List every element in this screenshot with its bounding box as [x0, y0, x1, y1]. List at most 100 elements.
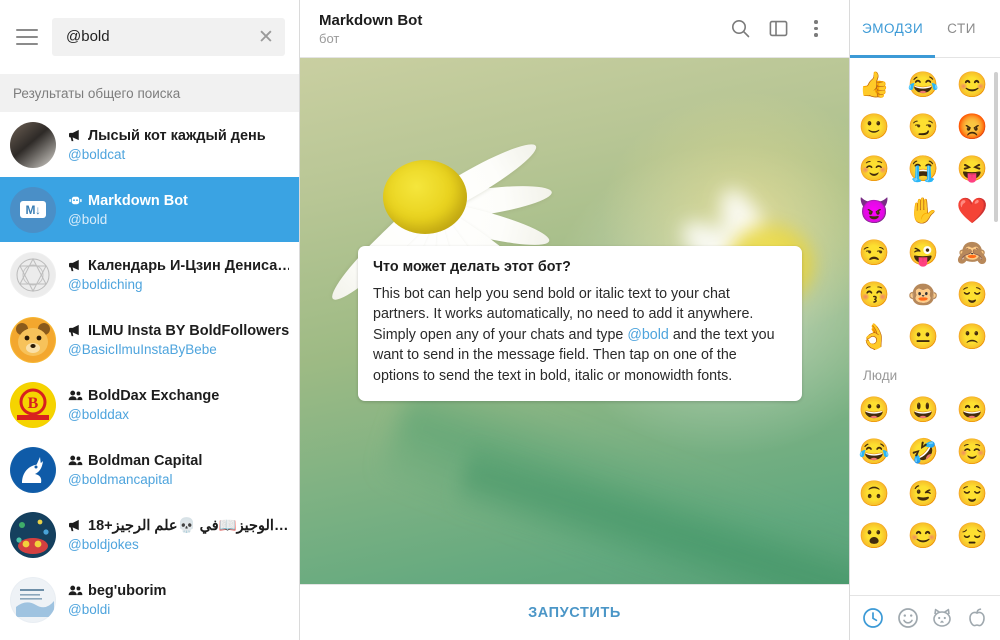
cat-icon[interactable]: [928, 604, 956, 632]
list-item-username: @boldcat: [68, 146, 126, 162]
list-item[interactable]: Boldman Capital @boldmancapital: [0, 437, 299, 502]
more-vertical-icon[interactable]: [799, 12, 833, 46]
list-item-label: ILMU Insta BY BoldFollowers_: [88, 322, 289, 339]
emoji-cell[interactable]: 😊: [899, 523, 948, 549]
bot-description-body: This bot can help you send bold or itali…: [373, 284, 786, 386]
emoji-section-label: Люди: [863, 368, 898, 383]
emoji-row: ☺️ 😭 😝: [850, 148, 1000, 190]
emoji-cell[interactable]: 😌: [948, 282, 997, 308]
list-item-username: @boldmancapital: [68, 471, 173, 487]
clear-search-icon[interactable]: ✕: [253, 24, 279, 50]
emoji-cell[interactable]: 😀: [850, 397, 899, 423]
search-icon[interactable]: [723, 12, 757, 46]
emoji-row: 😀 😃 😄: [850, 389, 1000, 431]
emoji-row: 😒 😜 🙈: [850, 232, 1000, 274]
emoji-cell[interactable]: 🙃: [850, 481, 899, 507]
list-item[interactable]: B BoldDax Exchange @bolddax: [0, 372, 299, 437]
emoji-cell[interactable]: ✋: [899, 198, 948, 224]
megaphone-icon: [68, 129, 83, 142]
list-item-label: beg'uborim: [88, 582, 167, 599]
emoji-cell[interactable]: 😏: [899, 114, 948, 140]
avatar: [10, 316, 56, 363]
emoji-cell[interactable]: 🙂: [850, 114, 899, 140]
emoji-row: 🙃 😉 😌: [850, 473, 1000, 515]
emoji-cell[interactable]: 😒: [850, 240, 899, 266]
emoji-cell[interactable]: 😜: [899, 240, 948, 266]
smiley-icon[interactable]: [894, 604, 922, 632]
start-bot-button[interactable]: ЗАПУСТИТЬ: [300, 584, 849, 640]
clock-icon[interactable]: [859, 604, 887, 632]
emoji-row: 👌 😐 🙁: [850, 316, 1000, 358]
emoji-cell[interactable]: 😉: [899, 481, 948, 507]
avatar: M↓: [10, 186, 56, 233]
chat-header: Markdown Bot бот: [300, 0, 849, 58]
emoji-cell[interactable]: ❤️: [948, 198, 997, 224]
emoji-cell[interactable]: 😭: [899, 156, 948, 182]
sidebar-panel-icon[interactable]: [761, 12, 795, 46]
megaphone-icon: [68, 259, 83, 272]
telegram-window: @bold ✕ Результаты общего поиска Лысый к…: [0, 0, 1000, 640]
results-header: Результаты общего поиска: [0, 74, 299, 112]
bear-mascot-icon: [11, 317, 55, 362]
emoji-cell[interactable]: 😂: [850, 439, 899, 465]
chat-panel: Markdown Bot бот Что может делать этот б…: [300, 0, 849, 640]
hamburger-menu-icon[interactable]: [12, 22, 42, 52]
avatar: [10, 576, 56, 623]
chat-subtitle: бот: [319, 30, 340, 46]
iching-emblem-icon: [11, 252, 55, 297]
emoji-cell[interactable]: 😂: [899, 72, 948, 98]
list-item-title-wrap: BoldDax Exchange: [68, 388, 289, 404]
emoji-cell[interactable]: 😮: [850, 523, 899, 549]
list-item-username: @bold: [68, 211, 108, 227]
list-item-title-wrap: beg'uborim: [68, 583, 289, 599]
bold-mention-link[interactable]: @bold: [627, 327, 669, 343]
emoji-cell[interactable]: ☺️: [850, 156, 899, 182]
emoji-cell[interactable]: 👌: [850, 324, 899, 350]
avatar: [10, 251, 56, 298]
emoji-row: 😂 🤣 ☺️: [850, 431, 1000, 473]
list-item-markdown-bot[interactable]: M↓ Markdown Bot @bold: [0, 177, 299, 242]
emoji-cell[interactable]: 🙁: [948, 324, 997, 350]
search-results-list: Лысый кот каждый день @boldcat M↓ Markdo…: [0, 112, 299, 640]
search-input[interactable]: @bold ✕: [52, 18, 285, 56]
list-item[interactable]: Календарь И-Цзин Дениса… @boldiching: [0, 242, 299, 307]
emoji-cell[interactable]: 😃: [899, 397, 948, 423]
emoji-cell[interactable]: 😄: [948, 397, 997, 423]
emoji-cell[interactable]: ☺️: [948, 439, 997, 465]
emoji-row: 👍 😂 😊: [850, 64, 1000, 106]
emoji-cell[interactable]: 😈: [850, 198, 899, 224]
emoji-cell[interactable]: 🙈: [948, 240, 997, 266]
apple-icon[interactable]: [963, 604, 991, 632]
emoji-cell[interactable]: 😊: [948, 72, 997, 98]
group-icon: [68, 454, 83, 467]
emoji-row: 😮 😊 😔: [850, 515, 1000, 557]
emoji-cell[interactable]: 😚: [850, 282, 899, 308]
list-item[interactable]: ILMU Insta BY BoldFollowers_ @BasicIlmuI…: [0, 307, 299, 372]
list-item-label: Лысый кот каждый день: [88, 127, 266, 144]
list-item[interactable]: الوجيز📖في 💀علم الرجيز+18… @boldjokes: [0, 502, 299, 567]
bot-icon: [68, 194, 83, 207]
list-item-label: الوجيز📖في 💀علم الرجيز+18…: [88, 518, 289, 534]
list-item[interactable]: Лысый кот каждый день @boldcat: [0, 112, 299, 177]
list-item-username: @boldiching: [68, 276, 143, 292]
emoji-cell[interactable]: 😐: [899, 324, 948, 350]
emoji-cell[interactable]: 👍: [850, 72, 899, 98]
tab-stickers[interactable]: СТИ: [935, 0, 988, 57]
emoji-grid[interactable]: 👍 😂 😊 🙂 😏 😡 ☺️ 😭 😝 😈 ✋ ❤️ 😒 😜 🙈 😚 🐵 😌 👌 …: [850, 58, 1000, 595]
list-item-username: @BasicIlmuInstaByBebe: [68, 341, 217, 357]
emoji-cell[interactable]: 🐵: [899, 282, 948, 308]
list-item[interactable]: beg'uborim @boldi: [0, 567, 299, 632]
emoji-scrollbar[interactable]: [994, 72, 998, 222]
emoji-cell[interactable]: 😌: [948, 481, 997, 507]
emoji-cell[interactable]: 🤣: [899, 439, 948, 465]
emoji-cell[interactable]: 😡: [948, 114, 997, 140]
search-bar: @bold ✕: [0, 0, 299, 74]
emoji-cell[interactable]: 😔: [948, 523, 997, 549]
svg-text:B: B: [28, 395, 39, 412]
list-item-label: Markdown Bot: [88, 192, 188, 209]
emoji-cell[interactable]: 😝: [948, 156, 997, 182]
tab-emoji[interactable]: ЭМОДЗИ: [850, 0, 936, 58]
emoji-panel-tabs: ЭМОДЗИ СТИ: [850, 0, 1000, 58]
list-item-label: Календарь И-Цзин Дениса…: [88, 257, 289, 274]
unicorn-logo-icon: [11, 447, 55, 492]
